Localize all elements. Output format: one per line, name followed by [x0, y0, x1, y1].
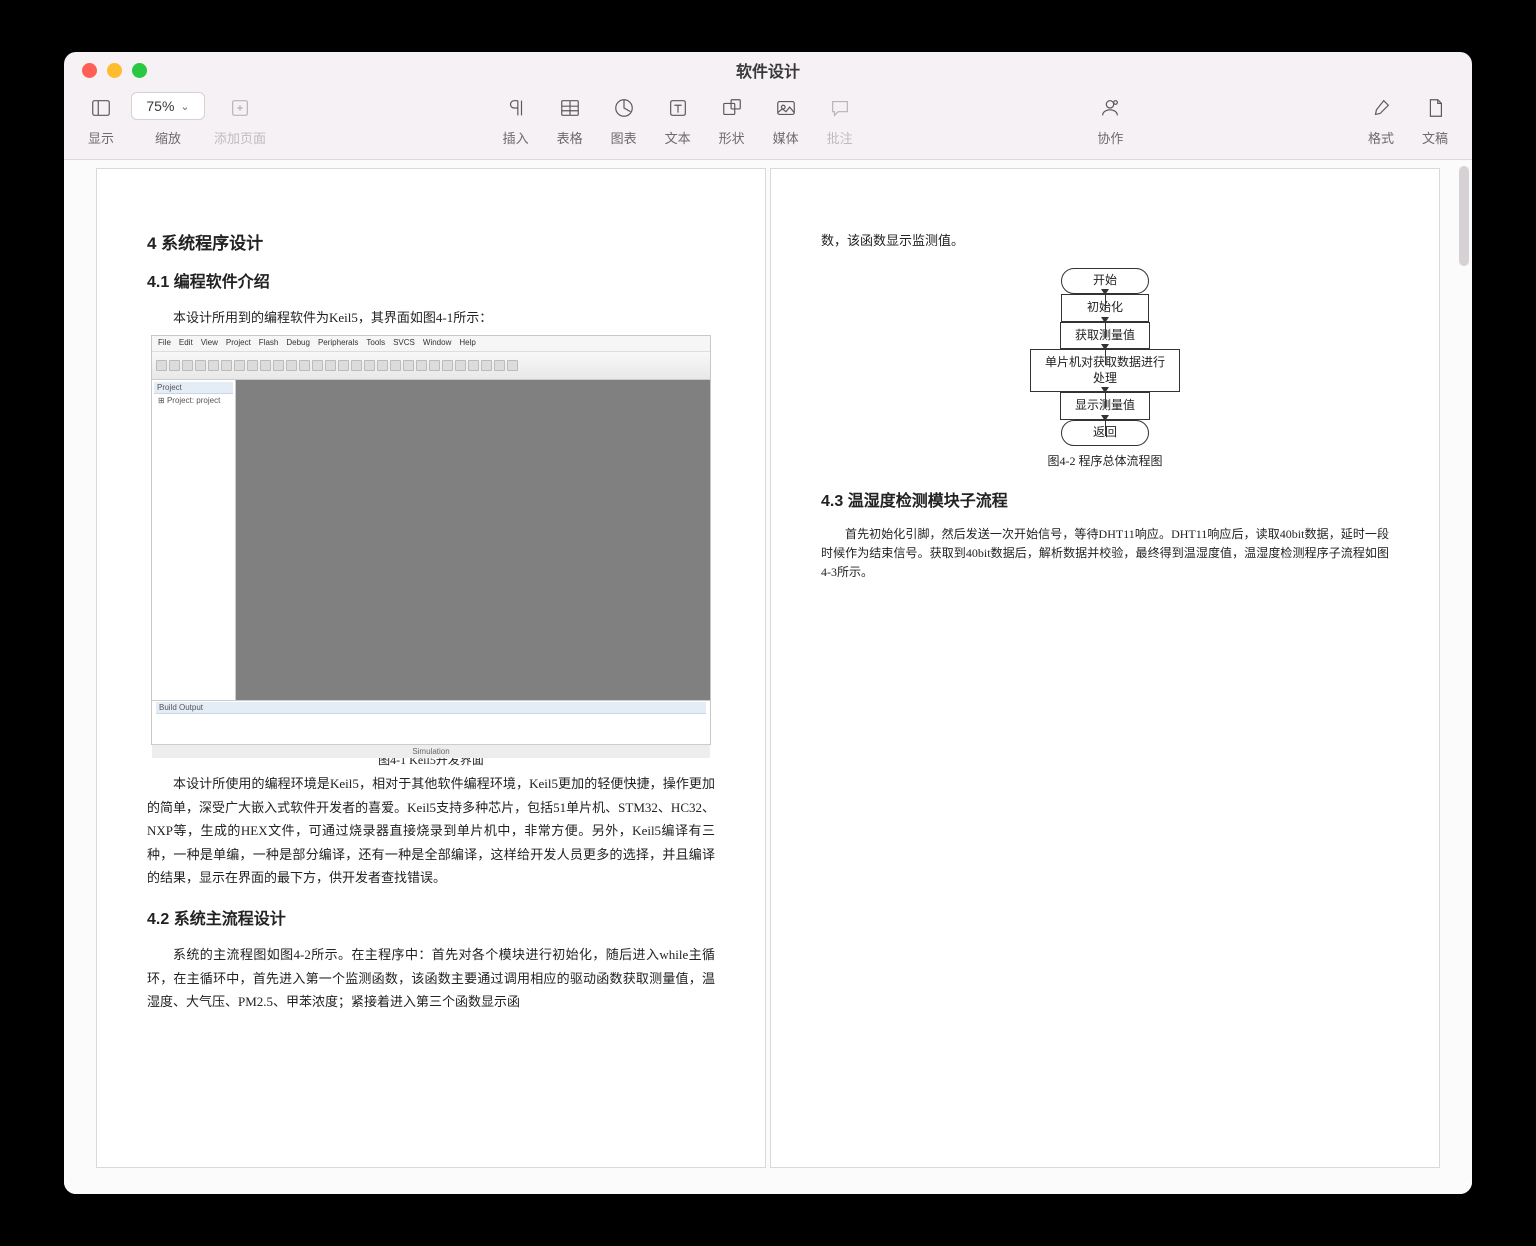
figure-flowchart: 开始 初始化 获取测量值 单片机对获取数据进行处理 显示测量值 返回 — [1030, 268, 1180, 445]
scrollbar[interactable] — [1459, 166, 1469, 266]
document-label: 文稿 — [1422, 128, 1448, 147]
table-label: 表格 — [557, 128, 583, 147]
media-label: 媒体 — [773, 128, 799, 147]
table-icon — [559, 94, 581, 122]
zoom-value: 75% — [146, 98, 174, 114]
add-page-label: 添加页面 — [214, 128, 266, 147]
toolbar: 显示 75% ⌄ 缩放 添加页面 插入 表格 — [64, 88, 1472, 160]
keil-project-title: Project — [154, 382, 233, 394]
chart-label: 图表 — [611, 128, 637, 147]
zoom-label: 缩放 — [155, 128, 181, 147]
document-button[interactable]: 文稿 — [1408, 90, 1462, 147]
add-page-button[interactable]: 添加页面 — [208, 90, 272, 147]
insert-button[interactable]: 插入 — [489, 90, 543, 147]
text-button[interactable]: 文本 — [651, 90, 705, 147]
media-button[interactable]: 媒体 — [759, 90, 813, 147]
window-title: 软件设计 — [64, 58, 1472, 82]
heading-4: 4 系统程序设计 — [147, 229, 715, 254]
keil-status-bar: Simulation — [152, 744, 710, 758]
keil-project-item: Project: project — [167, 396, 220, 405]
collab-label: 协作 — [1097, 128, 1123, 147]
insert-label: 插入 — [503, 128, 529, 147]
keil-menu-item: Window — [423, 338, 451, 349]
keil-menu-item: Help — [459, 338, 475, 349]
keil-toolbar — [152, 352, 710, 380]
shape-icon — [721, 94, 743, 122]
para-intro: 本设计所用到的编程软件为Keil5，其界面如图4-1所示： — [147, 306, 715, 329]
heading-4-3: 4.3 温湿度检测模块子流程 — [821, 487, 1389, 511]
format-label: 格式 — [1368, 128, 1394, 147]
heading-4-1: 4.1 编程软件介绍 — [147, 268, 715, 292]
keil-output-title: Build Output — [156, 702, 706, 714]
para-keil-desc: 本设计所使用的编程环境是Keil5，相对于其他软件编程环境，Keil5更加的轻便… — [147, 772, 715, 889]
keil-menu-item: Flash — [259, 338, 279, 349]
minimize-icon[interactable] — [107, 63, 122, 78]
brush-icon — [1370, 94, 1392, 122]
document-icon — [1424, 94, 1446, 122]
keil-menu-item: SVCS — [393, 338, 415, 349]
close-icon[interactable] — [82, 63, 97, 78]
window-controls — [64, 63, 147, 78]
text-label: 文本 — [665, 128, 691, 147]
comment-button[interactable]: 批注 — [813, 90, 867, 147]
keil-menu-item: Project — [226, 338, 251, 349]
keil-editor — [236, 380, 710, 700]
view-button[interactable]: 显示 — [74, 90, 128, 147]
comment-icon — [829, 94, 851, 122]
keil-build-output: Build Output — [152, 700, 710, 744]
fullscreen-icon[interactable] — [132, 63, 147, 78]
keil-menu-item: File — [158, 338, 171, 349]
plus-icon — [229, 94, 251, 122]
pages: 4 系统程序设计 4.1 编程软件介绍 本设计所用到的编程软件为Keil5，其界… — [64, 160, 1472, 1194]
figure-keil-screenshot: File Edit View Project Flash Debug Perip… — [151, 335, 711, 745]
pilcrow-icon — [505, 94, 527, 122]
heading-4-2: 4.2 系统主流程设计 — [147, 905, 715, 929]
para-mainflow: 系统的主流程图如图4-2所示。在主程序中：首先对各个模块进行初始化，随后进入wh… — [147, 943, 715, 1013]
keil-menu-item: View — [201, 338, 218, 349]
titlebar: 软件设计 — [64, 52, 1472, 88]
para-cont: 数，该函数显示监测值。 — [821, 229, 1389, 252]
page-left[interactable]: 4 系统程序设计 4.1 编程软件介绍 本设计所用到的编程软件为Keil5，其界… — [96, 168, 766, 1168]
keil-menu-item: Debug — [286, 338, 310, 349]
chevron-down-icon: ⌄ — [180, 100, 189, 113]
zoom-select[interactable]: 75% ⌄ — [131, 92, 205, 120]
chart-icon — [613, 94, 635, 122]
format-button[interactable]: 格式 — [1354, 90, 1408, 147]
media-icon — [775, 94, 797, 122]
text-icon — [667, 94, 689, 122]
figure-2-caption: 图4-2 程序总体流程图 — [821, 452, 1389, 469]
zoom-group: 75% ⌄ 缩放 — [128, 90, 208, 147]
sidebar-icon — [90, 94, 112, 122]
shape-button[interactable]: 形状 — [705, 90, 759, 147]
keil-menu-item: Tools — [366, 338, 385, 349]
chart-button[interactable]: 图表 — [597, 90, 651, 147]
comment-label: 批注 — [827, 128, 853, 147]
collab-icon — [1099, 94, 1121, 122]
collab-button[interactable]: 协作 — [1083, 90, 1137, 147]
keil-menu-item: Peripherals — [318, 338, 358, 349]
para-dht11: 首先初始化引脚，然后发送一次开始信号，等待DHT11响应。DHT11响应后，读取… — [821, 525, 1389, 583]
keil-menubar: File Edit View Project Flash Debug Perip… — [152, 336, 710, 352]
table-button[interactable]: 表格 — [543, 90, 597, 147]
view-label: 显示 — [88, 128, 114, 147]
page-right[interactable]: 数，该函数显示监测值。 开始 初始化 获取测量值 单片机对获取数据进行处理 显示… — [770, 168, 1440, 1168]
shape-label: 形状 — [719, 128, 745, 147]
app-window: 软件设计 显示 75% ⌄ 缩放 添加页面 插入 — [64, 52, 1472, 1194]
keil-project-panel: Project ⊞ Project: project — [152, 380, 236, 700]
document-area[interactable]: 4 系统程序设计 4.1 编程软件介绍 本设计所用到的编程软件为Keil5，其界… — [64, 160, 1472, 1194]
keil-menu-item: Edit — [179, 338, 193, 349]
